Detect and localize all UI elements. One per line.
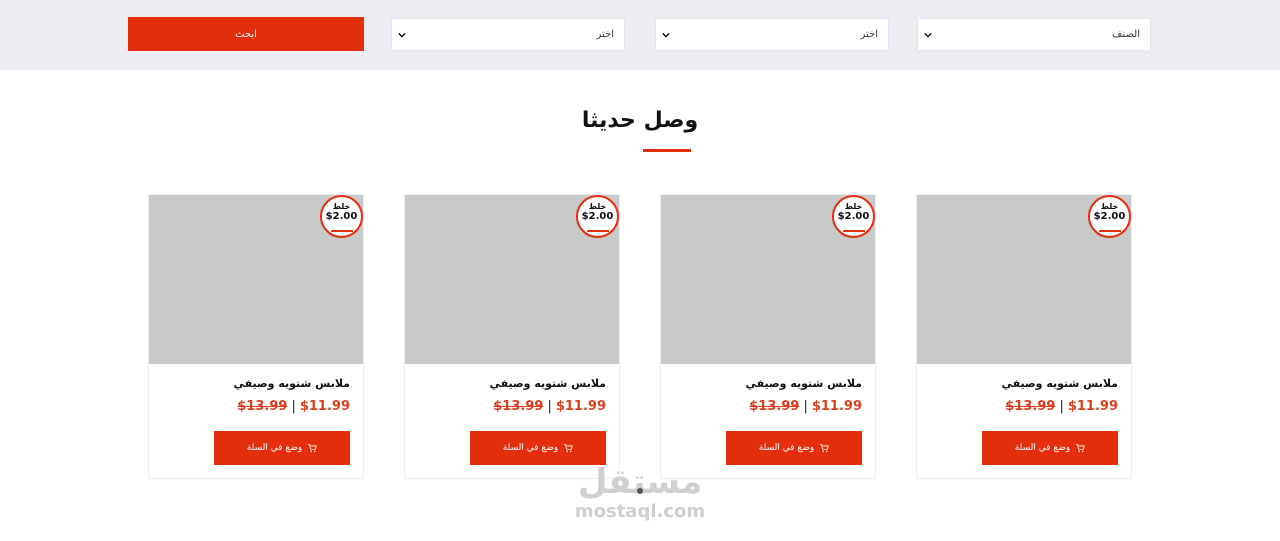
search-button[interactable]: ابحث: [128, 17, 364, 51]
chevron-down-icon: [662, 32, 670, 38]
product-price: $13.99 | $11.99: [237, 399, 350, 414]
price-separator: |: [291, 399, 296, 414]
current-price: $11.99: [1067, 399, 1118, 414]
product-name[interactable]: ملابس شتويه وصيفي: [745, 377, 862, 390]
add-to-cart-button[interactable]: وضع في السلة: [214, 431, 350, 465]
watermark-arabic: مستقل: [577, 462, 703, 502]
select-value: اختر: [596, 29, 615, 40]
carousel-dot[interactable]: [637, 488, 643, 494]
add-to-cart-button[interactable]: وضع في السلة: [982, 431, 1118, 465]
filter-bar: ابحث اختر اختر الصنف: [0, 0, 1280, 70]
old-price: $13.99: [749, 399, 800, 414]
discount-badge: خلط $2.00: [1088, 195, 1131, 238]
old-price: $13.99: [1005, 399, 1056, 414]
discount-badge: خلط $2.00: [576, 195, 619, 238]
old-price: $13.99: [237, 399, 288, 414]
product-card[interactable]: خلط $2.00 ملابس شتويه وصيفي $13.99 | $11…: [148, 194, 364, 479]
product-name[interactable]: ملابس شتويه وصيفي: [233, 377, 350, 390]
cart-icon: [820, 443, 829, 453]
cart-icon: [564, 443, 573, 453]
cart-button-label: وضع في السلة: [1014, 443, 1071, 453]
filter-select-1[interactable]: اختر: [391, 18, 625, 51]
badge-bar: [587, 230, 609, 232]
cart-button-label: وضع في السلة: [502, 443, 559, 453]
badge-amount: $2.00: [581, 211, 614, 222]
chevron-down-icon: [398, 32, 406, 38]
cart-icon: [1076, 443, 1085, 453]
discount-badge: خلط $2.00: [320, 195, 363, 238]
add-to-cart-button[interactable]: وضع في السلة: [470, 431, 606, 465]
badge-amount: $2.00: [837, 211, 870, 222]
product-price: $13.99 | $11.99: [493, 399, 606, 414]
product-card[interactable]: خلط $2.00 ملابس شتويه وصيفي $13.99 | $11…: [660, 194, 876, 479]
badge-bar: [843, 230, 865, 232]
badge-amount: $2.00: [1093, 211, 1126, 222]
cart-button-label: وضع في السلة: [246, 443, 303, 453]
category-select[interactable]: الصنف: [917, 18, 1151, 51]
price-separator: |: [803, 399, 808, 414]
title-underline: [643, 149, 691, 152]
watermark-latin: mostaql.com: [574, 501, 706, 522]
add-to-cart-button[interactable]: وضع في السلة: [726, 431, 862, 465]
product-price: $13.99 | $11.99: [1005, 399, 1118, 414]
badge-label: خلط: [1100, 202, 1119, 211]
cart-icon: [308, 443, 317, 453]
product-card[interactable]: خلط $2.00 ملابس شتويه وصيفي $13.99 | $11…: [916, 194, 1132, 479]
product-card[interactable]: خلط $2.00 ملابس شتويه وصيفي $13.99 | $11…: [404, 194, 620, 479]
price-separator: |: [1059, 399, 1064, 414]
badge-amount: $2.00: [325, 211, 358, 222]
badge-label: خلط: [588, 202, 607, 211]
select-value: الصنف: [1112, 29, 1140, 40]
discount-badge: خلط $2.00: [832, 195, 875, 238]
chevron-down-icon: [924, 32, 932, 38]
current-price: $11.99: [299, 399, 350, 414]
current-price: $11.99: [555, 399, 606, 414]
section-title: وصل حديثا: [581, 108, 699, 133]
price-separator: |: [547, 399, 552, 414]
product-price: $13.99 | $11.99: [749, 399, 862, 414]
badge-bar: [1099, 230, 1121, 232]
product-name[interactable]: ملابس شتويه وصيفي: [489, 377, 606, 390]
badge-bar: [331, 230, 353, 232]
badge-label: خلط: [332, 202, 351, 211]
current-price: $11.99: [811, 399, 862, 414]
badge-label: خلط: [844, 202, 863, 211]
cart-button-label: وضع في السلة: [758, 443, 815, 453]
old-price: $13.99: [493, 399, 544, 414]
filter-select-2[interactable]: اختر: [655, 18, 889, 51]
select-value: اختر: [860, 29, 879, 40]
product-name[interactable]: ملابس شتويه وصيفي: [1001, 377, 1118, 390]
